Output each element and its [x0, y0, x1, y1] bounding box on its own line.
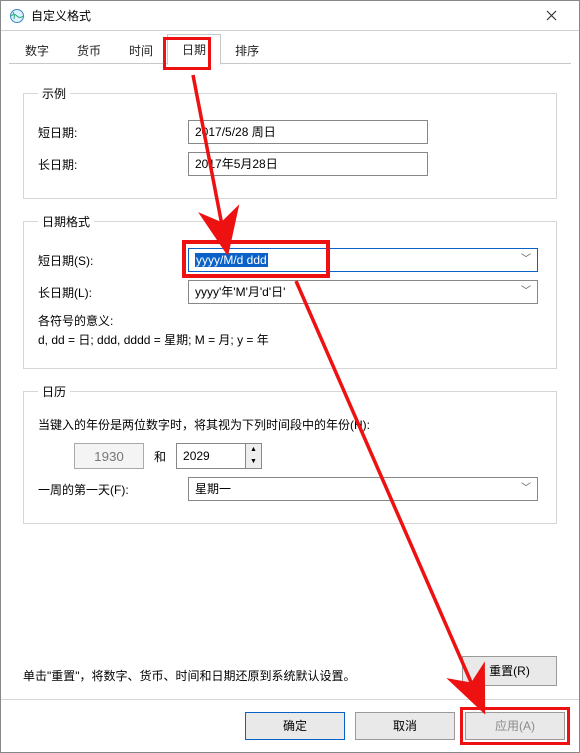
- group-date-format: 日期格式 短日期(S): yyyy/M/d ddd ﹀ 长日期(L): yyyy…: [23, 213, 557, 369]
- and-label: 和: [154, 448, 166, 465]
- spinner-up-icon[interactable]: ▲: [246, 444, 261, 456]
- group-example-legend: 示例: [38, 85, 70, 102]
- apply-button[interactable]: 应用(A): [465, 712, 565, 740]
- tab-date[interactable]: 日期: [167, 34, 221, 65]
- year-to-value[interactable]: 2029: [176, 443, 246, 469]
- long-date-format-combo[interactable]: yyyy'年'M'月'd'日' ﹀: [188, 280, 538, 304]
- first-day-value: 星期一: [195, 478, 521, 500]
- ok-button[interactable]: 确定: [245, 712, 345, 740]
- tab-number[interactable]: 数字: [11, 36, 63, 65]
- short-date-format-value: yyyy/M/d ddd: [195, 253, 268, 267]
- long-date-format-label: 长日期(L):: [38, 284, 188, 301]
- first-day-label: 一周的第一天(F):: [38, 481, 188, 498]
- year-to-spinner[interactable]: 2029 ▲ ▼: [176, 443, 262, 469]
- symbol-meaning-text: d, dd = 日; ddd, dddd = 星期; M = 月; y = 年: [38, 331, 542, 348]
- short-date-example-label: 短日期:: [38, 124, 188, 141]
- chevron-down-icon: ﹀: [521, 281, 531, 303]
- group-date-format-legend: 日期格式: [38, 213, 94, 230]
- long-date-example-label: 长日期:: [38, 156, 188, 173]
- chevron-down-icon: ﹀: [521, 249, 531, 271]
- tab-time[interactable]: 时间: [115, 36, 167, 65]
- tab-sort[interactable]: 排序: [221, 36, 273, 65]
- symbol-meaning-label: 各符号的意义:: [38, 312, 542, 329]
- dialog-separator: [1, 699, 579, 700]
- short-date-format-label: 短日期(S):: [38, 252, 188, 269]
- dialog-window: 自定义格式 数字 货币 时间 日期 排序 示例 短日期: 2017/5/28 周…: [0, 0, 580, 753]
- dialog-content: 示例 短日期: 2017/5/28 周日 长日期: 2017年5月28日 日期格…: [1, 65, 579, 524]
- titlebar: 自定义格式: [1, 1, 579, 31]
- close-button[interactable]: [531, 2, 571, 30]
- tab-currency[interactable]: 货币: [63, 36, 115, 65]
- first-day-combo[interactable]: 星期一 ﹀: [188, 477, 538, 501]
- short-date-format-combo[interactable]: yyyy/M/d ddd ﹀: [188, 248, 538, 272]
- dialog-button-row: 确定 取消 应用(A): [245, 712, 565, 740]
- window-title: 自定义格式: [31, 7, 91, 24]
- two-digit-year-label: 当键入的年份是两位数字时，将其视为下列时间段中的年份(H):: [38, 416, 542, 433]
- group-calendar: 日历 当键入的年份是两位数字时，将其视为下列时间段中的年份(H): 和 2029…: [23, 383, 557, 524]
- chevron-down-icon: ﹀: [521, 478, 531, 500]
- reset-note: 单击"重置"，将数字、货币、时间和日期还原到系统默认设置。: [23, 667, 363, 686]
- tab-strip: 数字 货币 时间 日期 排序: [1, 31, 579, 65]
- long-date-example-value: 2017年5月28日: [188, 152, 428, 176]
- group-calendar-legend: 日历: [38, 383, 70, 400]
- group-example: 示例 短日期: 2017/5/28 周日 长日期: 2017年5月28日: [23, 85, 557, 199]
- spinner-down-icon[interactable]: ▼: [246, 456, 261, 468]
- cancel-button[interactable]: 取消: [355, 712, 455, 740]
- short-date-example-value: 2017/5/28 周日: [188, 120, 428, 144]
- reset-button[interactable]: 重置(R): [462, 656, 557, 686]
- long-date-format-value: yyyy'年'M'月'd'日': [195, 281, 521, 303]
- globe-icon: [9, 8, 25, 24]
- close-icon: [546, 10, 557, 21]
- year-from-input: [74, 443, 144, 469]
